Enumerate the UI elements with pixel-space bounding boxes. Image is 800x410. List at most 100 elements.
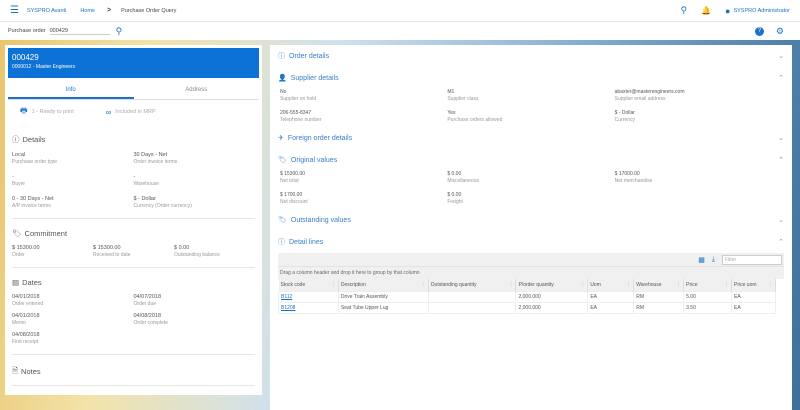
tab-address[interactable]: Address	[134, 83, 260, 99]
foreign-order-details-header[interactable]: ✈ Foreign order details ⌄	[278, 127, 784, 149]
stock-code-link[interactable]: B112	[281, 294, 292, 300]
field-value: $ 0.00	[447, 192, 462, 198]
field-value: abaxter@masterengineers.com	[614, 89, 685, 95]
field-value: 04/08/2018	[12, 332, 40, 338]
field-value: M1	[447, 89, 455, 95]
detail-lines-table: Stock code ⋮ Description ⋮ Outstanding quant…	[278, 279, 776, 314]
field-label: Supplier on hold	[280, 96, 317, 102]
field-label: A/P invoice terms	[12, 203, 51, 209]
field-value: Local	[12, 152, 26, 158]
brand-logo[interactable]: SYSPRO Avanti	[27, 8, 66, 14]
column-menu-icon[interactable]: ⋮	[676, 282, 681, 288]
tab-info[interactable]: Info	[8, 83, 134, 99]
table-cell: 2,000.000	[515, 302, 589, 314]
column-menu-icon[interactable]: ⋮	[724, 282, 729, 288]
printer-icon: 🖶	[20, 106, 28, 115]
column-header[interactable]: Stock code ⋮	[278, 279, 339, 292]
chevron-up-icon[interactable]: ⌃	[778, 74, 784, 82]
field-value: $ 17000.00	[614, 171, 640, 177]
purchase-order-input[interactable]: 000429	[49, 28, 110, 35]
detail-lines-header[interactable]: ⓘ Detail lines ⌃	[278, 231, 784, 253]
user-name[interactable]: SYSPRO Administrator	[733, 8, 790, 14]
table-cell: EA	[731, 302, 776, 314]
column-menu-icon[interactable]: ⋮	[580, 282, 585, 288]
airplane-icon: ✈	[278, 135, 284, 142]
person-icon: 👤	[278, 75, 287, 82]
document-icon: 🗎	[12, 366, 19, 375]
group-by-area[interactable]: Drag a column header and drop it here to…	[278, 266, 784, 279]
field-label: Net total	[280, 178, 299, 184]
column-header[interactable]: Price ⋮	[683, 279, 733, 292]
section-title: Original values	[290, 157, 338, 164]
details-title: Details	[22, 135, 46, 144]
column-menu-icon[interactable]: ⋮	[331, 282, 336, 288]
dates-title: Dates	[22, 278, 42, 287]
help-icon[interactable]: ?	[754, 26, 764, 36]
commitment-title: Commitment	[24, 229, 68, 238]
column-header[interactable]: Outstanding quantity ⋮	[428, 279, 517, 292]
field-label: Received to date	[93, 252, 131, 258]
breadcrumb-home[interactable]: Home	[80, 8, 95, 14]
table-cell: EA	[587, 302, 635, 314]
stock-code-link[interactable]: B1208	[281, 305, 295, 311]
column-menu-icon[interactable]: ⋮	[508, 282, 513, 288]
field-value: 04/01/2018	[12, 294, 40, 300]
section-title: Supplier details	[290, 75, 339, 82]
info-icon: ⓘ	[12, 135, 20, 144]
supplier-details-header[interactable]: 👤 Supplier details ⌃	[278, 67, 784, 89]
table-row[interactable]: B112 Drive Train Assembly 2,000.000 EA RM 5.0…	[278, 291, 776, 303]
field-value: 04/07/2018	[133, 294, 162, 300]
chevron-up-icon[interactable]: ⌃	[778, 156, 784, 164]
gear-icon[interactable]: ⚙	[776, 26, 784, 37]
chevron-down-icon[interactable]: ⌄	[778, 52, 784, 60]
download-icon[interactable]: ⤓	[712, 256, 715, 264]
field-value: No	[280, 89, 287, 95]
search-label: Purchase order	[8, 28, 46, 34]
section-title: Detail lines	[289, 239, 324, 246]
column-header[interactable]: Price uom ⋮	[731, 279, 776, 292]
column-header[interactable]: Warehouse ⋮	[633, 279, 685, 292]
table-cell: RM	[633, 302, 685, 314]
table-cell	[427, 302, 517, 314]
order-details-header[interactable]: ⓘ Order details ⌄	[278, 45, 784, 67]
field-value: 04/01/2018	[12, 313, 40, 319]
field-value: $ - Dollar	[133, 196, 156, 202]
field-label: Purchase orders allowed	[447, 117, 503, 123]
original-values-header[interactable]: 🏷 Original values ⌃	[278, 149, 784, 171]
order-summary-card: 000429 0000012 - Master Engineers Info A…	[5, 45, 262, 395]
breadcrumb-separator: >	[106, 7, 112, 14]
filter-input[interactable]: Filter	[722, 254, 782, 265]
chevron-down-icon[interactable]: ⌄	[778, 134, 784, 142]
outstanding-values-header[interactable]: 🏷 Outstanding values ⌄	[278, 209, 784, 231]
field-label: Order invoice terms	[133, 159, 178, 165]
chevron-down-icon[interactable]: ⌄	[778, 216, 784, 224]
notes-section[interactable]: 🗎 Notes	[12, 365, 255, 378]
field-label: Net merchandise	[614, 178, 653, 184]
chevron-up-icon[interactable]: ⌃	[778, 238, 784, 246]
bell-icon[interactable]: 🔔	[701, 6, 711, 15]
order-supplier: 0000012 - Master Engineers	[12, 64, 76, 70]
field-label: Buyer	[12, 181, 26, 187]
search-icon[interactable]: ⚲	[680, 5, 687, 16]
user-avatar-icon[interactable]: ●	[725, 6, 730, 16]
column-header[interactable]: Uom ⋮	[587, 279, 635, 292]
ap-invoice-terms-link[interactable]: 0 - 30 Days - Net	[12, 196, 134, 202]
field-label: Warehouse	[133, 181, 159, 187]
tag-icon: 🏷	[12, 229, 22, 238]
table-cell: EA	[731, 291, 776, 303]
column-chooser-icon[interactable]: ▦	[698, 256, 705, 264]
info-icon: ⓘ	[278, 239, 285, 246]
search-button-icon[interactable]: ⚲	[116, 26, 123, 37]
column-menu-icon[interactable]: ⋮	[768, 282, 773, 288]
field-label: Order complete	[133, 320, 168, 326]
column-menu-icon[interactable]: ⋮	[626, 282, 631, 288]
order-details-panel: ⓘ Order details ⌄ 👤 Supplier details ⌃ No Sup…	[270, 45, 792, 410]
table-row[interactable]: B1208 Seat Tube Upper Lug 2,000.000 EA RM 3.5…	[278, 302, 776, 314]
order-header: 000429 0000012 - Master Engineers	[8, 48, 259, 78]
menu-icon[interactable]: ☰	[10, 5, 19, 16]
info-icon: ⓘ	[278, 53, 285, 60]
search-bar: Purchase order 000429 ⚲ ? ⚙	[0, 22, 800, 40]
column-header[interactable]: Description ⋮	[338, 279, 429, 292]
column-menu-icon[interactable]: ⋮	[421, 282, 426, 288]
column-header[interactable]: P/order quantity ⋮	[515, 279, 589, 292]
